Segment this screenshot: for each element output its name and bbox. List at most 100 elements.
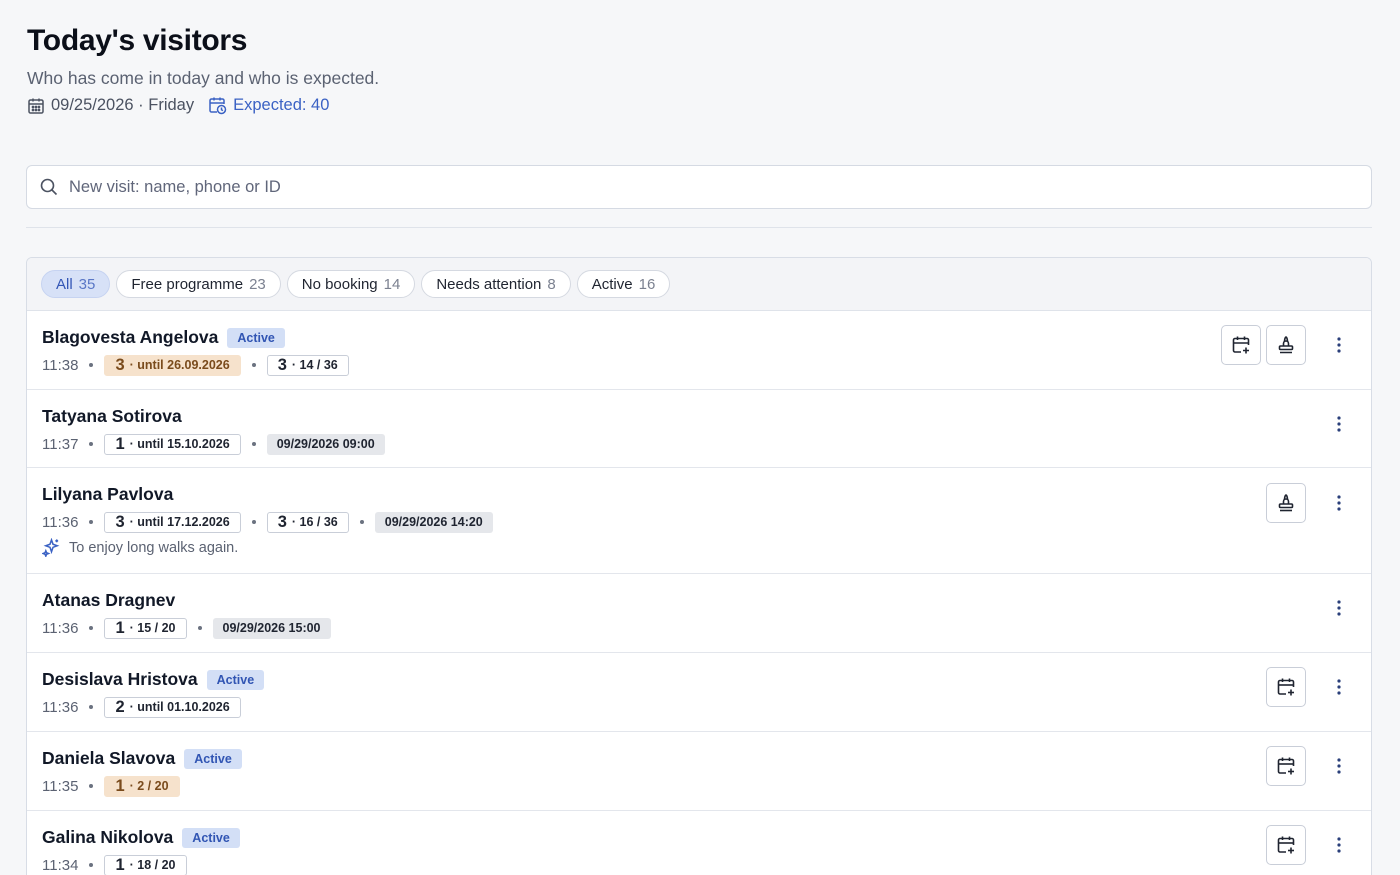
visitor-name[interactable]: Tatyana Sotirova	[42, 406, 182, 427]
pass-count: 1	[115, 618, 125, 637]
pass-detail: · until 15.10.2026	[129, 437, 230, 451]
row-actions	[1266, 825, 1351, 865]
visitor-name[interactable]: Daniela Slavova	[42, 748, 175, 769]
membership-pass: 3 · until 17.12.2026	[104, 511, 241, 533]
filter-count: 8	[547, 275, 556, 293]
visitor-info-line: 11:37 1 · until 15.10.2026 09/29/2026 09:00	[42, 433, 385, 455]
row-actions	[1266, 746, 1351, 786]
pass-count: 3	[277, 355, 287, 374]
pass-detail: · 2 / 20	[129, 779, 169, 793]
more-icon	[1337, 837, 1341, 853]
filter-chip-active[interactable]: Active 16	[576, 270, 671, 298]
more-icon	[1337, 600, 1341, 616]
more-options-button[interactable]	[1327, 404, 1351, 444]
stamp-button[interactable]	[1266, 325, 1306, 365]
pass-count: 3	[277, 512, 287, 531]
more-icon	[1337, 416, 1341, 432]
book-appointment-button[interactable]	[1266, 825, 1306, 865]
search-input[interactable]	[69, 177, 1269, 197]
separator-dot	[89, 626, 94, 630]
visitor-name[interactable]: Galina Nikolova	[42, 827, 173, 848]
filter-count: 35	[78, 275, 96, 293]
filter-count: 14	[383, 275, 401, 293]
visitor-goal: To enjoy long walks again.	[42, 538, 238, 557]
more-options-button[interactable]	[1327, 588, 1351, 628]
membership-pass: 2 · until 01.10.2026	[104, 696, 241, 718]
filter-tabs: All 35 Free programme 23 No booking 14 Needs a…	[27, 258, 1371, 311]
visitor-info-line: 11:36 2 · until 01.10.2026	[42, 696, 241, 718]
check-in-time: 11:36	[42, 619, 79, 637]
status-badge: Active	[182, 827, 240, 848]
more-options-button[interactable]	[1327, 483, 1351, 523]
more-icon	[1337, 679, 1341, 695]
calendar-icon	[28, 98, 44, 114]
more-options-button[interactable]	[1327, 825, 1351, 865]
more-icon	[1337, 758, 1341, 774]
book-appointment-button[interactable]	[1266, 746, 1306, 786]
calendar-plus-icon	[1277, 757, 1295, 775]
expected-count[interactable]: Expected: 40	[208, 96, 329, 115]
visitor-name[interactable]: Lilyana Pavlova	[42, 484, 173, 505]
book-appointment-button[interactable]	[1221, 325, 1261, 365]
visitor-info-line: 11:36 3 · until 17.12.2026 3 · 16 / 36 09/29/…	[42, 511, 493, 533]
pass-detail: · until 26.09.2026	[129, 358, 230, 372]
separator-dot	[89, 784, 94, 788]
separator-dot	[89, 520, 94, 524]
visitor-info-line: 11:36 1 · 15 / 20 09/29/2026 15:00	[42, 617, 331, 639]
pass-detail: · 14 / 36	[291, 358, 338, 372]
book-appointment-button[interactable]	[1266, 667, 1306, 707]
goal-text: To enjoy long walks again.	[69, 539, 239, 556]
stamp-icon	[1278, 336, 1294, 354]
visitor-row[interactable]: Galina Nikolova Active 11:34 1 · 18 / 20	[27, 811, 1371, 875]
more-options-button[interactable]	[1327, 746, 1351, 786]
visitor-name[interactable]: Atanas Dragnev	[42, 590, 175, 611]
pass-count: 3	[115, 512, 125, 531]
membership-pass: 1 · 18 / 20	[104, 854, 187, 875]
visitor-info-line: 11:34 1 · 18 / 20	[42, 854, 187, 875]
stamp-button[interactable]	[1266, 483, 1306, 523]
more-options-button[interactable]	[1327, 667, 1351, 707]
visitor-name-line: Blagovesta Angelova Active	[42, 327, 285, 348]
visitor-name[interactable]: Desislava Hristova	[42, 669, 198, 690]
more-icon	[1337, 495, 1341, 511]
more-options-button[interactable]	[1327, 325, 1351, 365]
visitor-list: Blagovesta Angelova Active 11:38 3 · until 2…	[27, 311, 1371, 875]
page-title: Today's visitors	[27, 24, 248, 57]
check-in-time: 11:36	[42, 698, 79, 716]
filter-chip-needs-attention[interactable]: Needs attention 8	[421, 270, 571, 298]
separator-dot	[251, 520, 256, 524]
visitor-name-line: Desislava Hristova Active	[42, 669, 265, 690]
separator-dot	[89, 363, 94, 367]
page-meta: 09/25/2026 · Friday Expected: 40	[27, 96, 329, 115]
visitor-name[interactable]: Blagovesta Angelova	[42, 327, 218, 348]
expected-text: Expected: 40	[233, 96, 330, 114]
visitor-name-line: Galina Nikolova Active	[42, 827, 240, 848]
next-appointment: 09/29/2026 09:00	[266, 433, 385, 455]
visitor-row[interactable]: Daniela Slavova Active 11:35 1 · 2 / 20	[27, 732, 1371, 811]
pass-detail: · until 17.12.2026	[129, 515, 230, 529]
new-visit-search[interactable]	[26, 165, 1372, 209]
visitor-row[interactable]: Blagovesta Angelova Active 11:38 3 · until 2…	[27, 311, 1371, 390]
pass-detail: · 18 / 20	[129, 858, 176, 872]
more-icon	[1337, 337, 1341, 353]
filter-chip-free-programme[interactable]: Free programme 23	[116, 270, 281, 298]
check-in-time: 11:38	[42, 356, 79, 374]
calendar-plus-icon	[1277, 678, 1295, 696]
stamp-icon	[1278, 494, 1294, 512]
visitor-row[interactable]: Atanas Dragnev 11:36 1 · 15 / 20 09/29/2026 …	[27, 574, 1371, 653]
next-appointment: 09/29/2026 14:20	[374, 511, 493, 533]
check-in-time: 11:37	[42, 435, 79, 453]
visitor-row[interactable]: Desislava Hristova Active 11:36 2 · until 01…	[27, 653, 1371, 732]
separator-dot	[251, 363, 256, 367]
pass-count: 1	[115, 855, 125, 874]
check-in-time: 11:34	[42, 856, 79, 874]
visitor-row[interactable]: Tatyana Sotirova 11:37 1 · until 15.10.2026…	[27, 390, 1371, 468]
pass-detail: · 16 / 36	[291, 515, 338, 529]
filter-chip-no-booking[interactable]: No booking 14	[286, 270, 416, 298]
membership-pass: 3 · 14 / 36	[266, 354, 349, 376]
pass-detail: · until 01.10.2026	[129, 700, 230, 714]
visitor-row[interactable]: Lilyana Pavlova 11:36 3 · until 17.12.2026 3…	[27, 468, 1371, 574]
filter-chip-all[interactable]: All 35	[41, 270, 111, 298]
separator-dot	[359, 520, 364, 524]
sparkle-icon	[42, 538, 60, 557]
